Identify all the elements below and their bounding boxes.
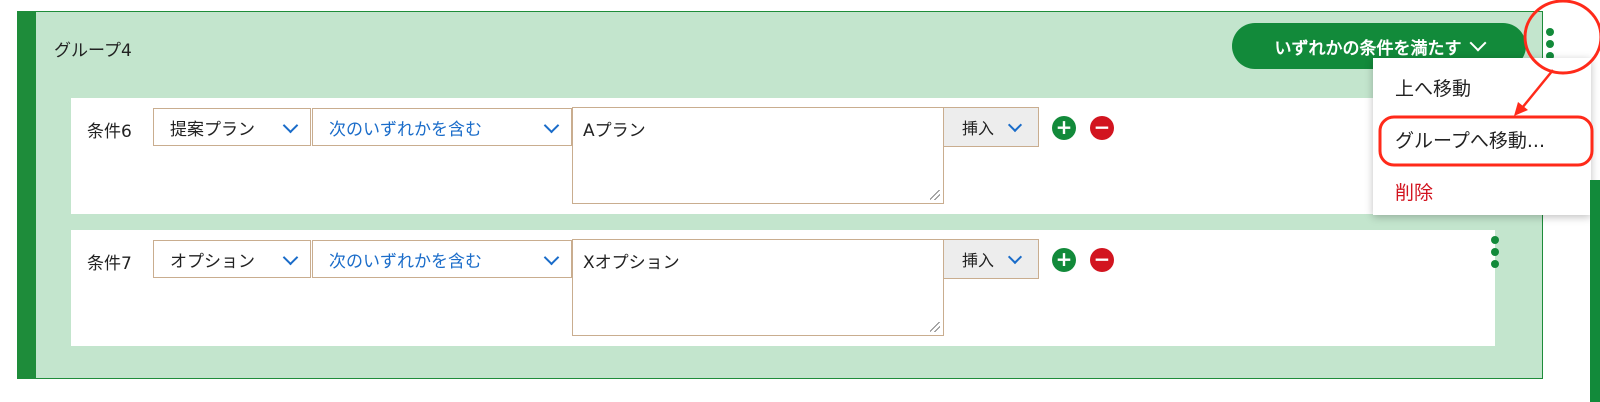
menu-item-move-to-group[interactable]: グループへ移動... (1395, 126, 1545, 153)
menu-item-delete[interactable]: 削除 (1395, 178, 1433, 205)
chevron-down-icon (1007, 249, 1023, 265)
kebab-dot (1491, 248, 1499, 256)
edge-strip (1590, 180, 1600, 402)
chevron-down-icon (1007, 117, 1023, 133)
field-select[interactable]: 提案プラン (153, 108, 311, 146)
remove-condition-icon[interactable]: − (1090, 116, 1114, 140)
chevron-down-icon (282, 249, 299, 266)
insert-dropdown[interactable]: 挿入 (943, 239, 1039, 279)
insert-label: 挿入 (962, 119, 995, 138)
operator-select-value: 次のいずれかを含む (329, 119, 482, 140)
kebab-dot (1546, 40, 1554, 48)
value-textarea[interactable]: Xオプション (572, 239, 944, 336)
kebab-dot (1491, 236, 1499, 244)
resize-handle-icon[interactable] (930, 322, 940, 332)
condition-label: 条件7 (87, 254, 132, 274)
group-context-menu: 上へ移動 グループへ移動... 削除 (1373, 58, 1591, 215)
group-title: グループ4 (54, 41, 132, 61)
group-accent-bar (18, 12, 36, 378)
chevron-down-icon (543, 117, 560, 134)
condition-row: 条件7 オプション 次のいずれかを含む Xオプション 挿入 + − (71, 230, 1499, 346)
field-select[interactable]: オプション (153, 240, 311, 278)
value-text: Xオプション (583, 253, 680, 273)
operator-select[interactable]: 次のいずれかを含む (312, 108, 572, 146)
condition-group: グループ4 いずれかの条件を満たす 条件6 提案プラン 次のいずれかを含む Aプ… (17, 11, 1554, 379)
field-select-value: 提案プラン (170, 119, 255, 140)
value-textarea[interactable]: Aプラン (572, 107, 944, 204)
add-condition-icon[interactable]: + (1052, 116, 1076, 140)
condition-row: 条件6 提案プラン 次のいずれかを含む Aプラン 挿入 + − (71, 98, 1495, 214)
remove-condition-icon[interactable]: − (1090, 248, 1114, 272)
match-mode-label: いずれかの条件を満たす (1274, 38, 1462, 59)
insert-dropdown[interactable]: 挿入 (943, 107, 1039, 147)
operator-select[interactable]: 次のいずれかを含む (312, 240, 572, 278)
chevron-down-icon (1469, 34, 1486, 52)
condition-label: 条件6 (87, 122, 132, 142)
chevron-down-icon (282, 117, 299, 134)
menu-item-move-up[interactable]: 上へ移動 (1395, 74, 1471, 101)
value-text: Aプラン (583, 121, 646, 141)
add-condition-icon[interactable]: + (1052, 248, 1076, 272)
chevron-down-icon (543, 249, 560, 266)
kebab-dot (1546, 28, 1554, 36)
operator-select-value: 次のいずれかを含む (329, 251, 482, 272)
kebab-dot (1491, 260, 1499, 268)
field-select-value: オプション (170, 251, 255, 272)
insert-label: 挿入 (962, 251, 995, 270)
condition-more-button[interactable] (1485, 236, 1505, 276)
resize-handle-icon[interactable] (930, 190, 940, 200)
